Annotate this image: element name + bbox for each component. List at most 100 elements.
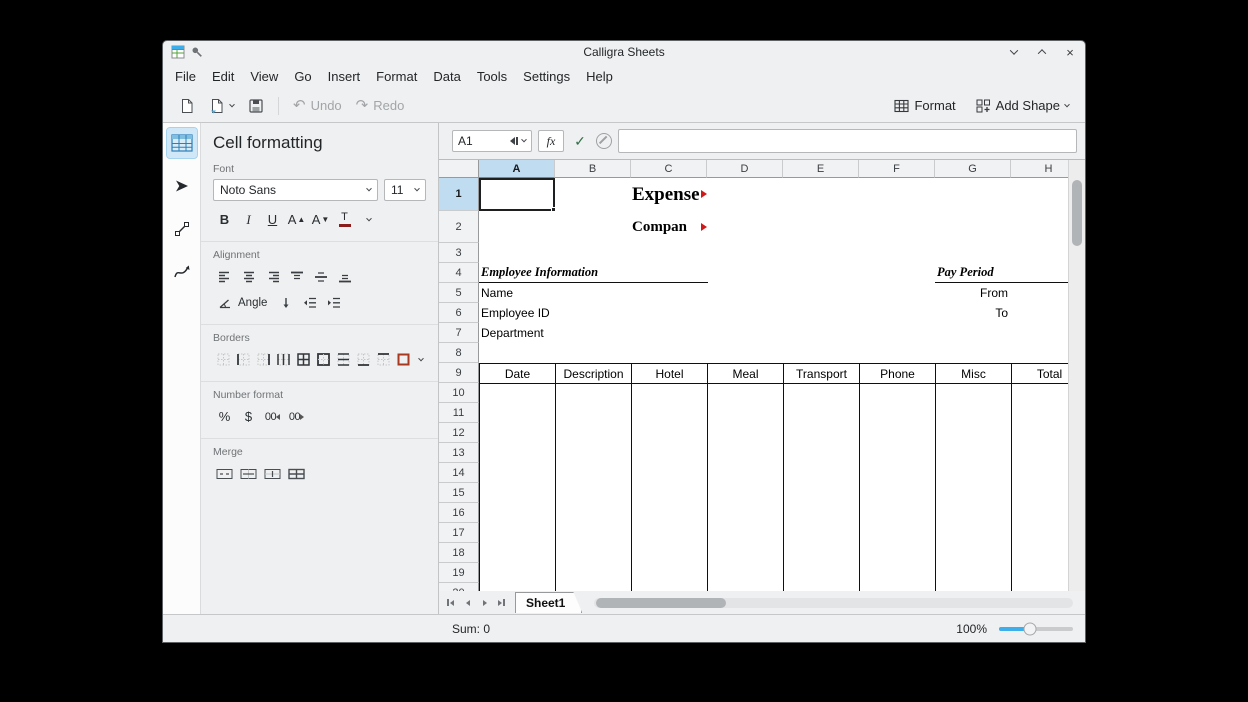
border-horizontal-button[interactable]	[333, 348, 353, 371]
zoom-slider-handle[interactable]	[1024, 622, 1037, 635]
selection-tool-button[interactable]	[167, 171, 197, 201]
redo-button[interactable]: ↷ Redo	[350, 93, 411, 118]
font-size-select[interactable]: 11	[384, 179, 426, 201]
column-header-e[interactable]: E	[783, 160, 859, 178]
format-button[interactable]: Format	[888, 93, 961, 118]
font-family-select[interactable]: Noto Sans	[213, 179, 378, 201]
zoom-slider[interactable]	[999, 627, 1073, 631]
underline-button[interactable]: U	[261, 208, 284, 231]
menu-format[interactable]: Format	[368, 66, 425, 87]
menu-edit[interactable]: Edit	[204, 66, 242, 87]
row-header-16[interactable]: 16	[439, 503, 479, 523]
row-header-2[interactable]: 2	[439, 211, 479, 243]
row-header-20[interactable]: 20	[439, 583, 479, 591]
row-header-12[interactable]: 12	[439, 423, 479, 443]
cell-reference-box[interactable]: A1	[452, 130, 532, 152]
open-dropdown-icon[interactable]	[229, 101, 235, 107]
minimize-button[interactable]	[1007, 45, 1021, 59]
table-header-total[interactable]: Total	[1011, 364, 1068, 383]
row-header-13[interactable]: 13	[439, 443, 479, 463]
row-header-7[interactable]: 7	[439, 323, 479, 343]
menu-insert[interactable]: Insert	[320, 66, 369, 87]
percent-format-button[interactable]: %	[213, 405, 236, 428]
connector-tool-button[interactable]	[167, 214, 197, 244]
cell-selection-a1[interactable]	[479, 178, 555, 211]
menu-settings[interactable]: Settings	[515, 66, 578, 87]
vertical-scrollbar-thumb[interactable]	[1072, 180, 1082, 246]
border-right-button[interactable]	[253, 348, 273, 371]
increase-indent-button[interactable]	[322, 291, 345, 314]
angle-button[interactable]	[213, 291, 236, 314]
menu-file[interactable]: File	[167, 66, 204, 87]
horizontal-scrollbar[interactable]	[594, 598, 1073, 608]
confirm-entry-button[interactable]: ✓	[570, 131, 590, 151]
table-header-phone[interactable]: Phone	[859, 364, 935, 383]
sheet-tab-sheet1[interactable]: Sheet1	[515, 592, 582, 613]
unmerge-cells-button[interactable]	[285, 462, 308, 485]
border-more-dropdown[interactable]	[413, 348, 429, 371]
new-document-button[interactable]	[173, 93, 201, 119]
add-shape-dropdown-icon[interactable]	[1064, 101, 1070, 107]
row-header-10[interactable]: 10	[439, 383, 479, 403]
select-all-corner[interactable]	[439, 160, 479, 178]
border-vertical-button[interactable]	[273, 348, 293, 371]
table-header-date[interactable]: Date	[479, 364, 555, 383]
row-header-14[interactable]: 14	[439, 463, 479, 483]
border-top-button[interactable]	[373, 348, 393, 371]
column-header-a[interactable]: A	[479, 160, 555, 178]
align-right-button[interactable]	[261, 265, 284, 288]
column-header-g[interactable]: G	[935, 160, 1011, 178]
border-color-button[interactable]	[393, 348, 413, 371]
vertical-scrollbar[interactable]	[1068, 160, 1085, 591]
row-header-17[interactable]: 17	[439, 523, 479, 543]
row-header-15[interactable]: 15	[439, 483, 479, 503]
align-top-button[interactable]	[285, 265, 308, 288]
last-sheet-button[interactable]	[494, 595, 509, 610]
decrease-precision-button[interactable]: 00	[261, 405, 284, 428]
cell-g5-from[interactable]: From	[935, 283, 1011, 303]
column-header-d[interactable]: D	[707, 160, 783, 178]
cell-g6-to[interactable]: To	[935, 303, 1011, 323]
increase-precision-button[interactable]: 00	[285, 405, 308, 428]
row-header-1[interactable]: 1	[439, 178, 479, 211]
bold-button[interactable]: B	[213, 208, 236, 231]
align-bottom-button[interactable]	[333, 265, 356, 288]
formula-input[interactable]	[618, 129, 1077, 153]
next-sheet-button[interactable]	[477, 595, 492, 610]
row-header-8[interactable]: 8	[439, 343, 479, 363]
italic-button[interactable]: I	[237, 208, 260, 231]
undo-button[interactable]: ↶ Undo	[287, 93, 348, 118]
cell-a5-name[interactable]: Name	[479, 283, 599, 303]
pin-icon[interactable]	[191, 46, 203, 58]
row-header-6[interactable]: 6	[439, 303, 479, 323]
cell-a4-employee-information[interactable]: Employee Information	[479, 263, 708, 283]
merge-vertical-button[interactable]	[261, 462, 284, 485]
menu-tools[interactable]: Tools	[469, 66, 515, 87]
row-header-4[interactable]: 4	[439, 263, 479, 283]
menu-data[interactable]: Data	[425, 66, 468, 87]
formula-fx-button[interactable]: fx	[538, 130, 564, 152]
table-header-meal[interactable]: Meal	[707, 364, 783, 383]
decrease-font-size-button[interactable]: A▼	[309, 208, 332, 231]
freehand-tool-button[interactable]	[167, 257, 197, 287]
column-header-f[interactable]: F	[859, 160, 935, 178]
row-header-3[interactable]: 3	[439, 243, 479, 263]
table-header-hotel[interactable]: Hotel	[631, 364, 707, 383]
border-all-button[interactable]	[293, 348, 313, 371]
font-more-dropdown[interactable]	[357, 208, 380, 231]
border-outline-button[interactable]	[313, 348, 333, 371]
cell-c2-subtitle[interactable]: Compan	[631, 211, 707, 243]
merge-cells-button[interactable]	[213, 462, 236, 485]
cell-tools-button[interactable]	[167, 128, 197, 158]
row-header-5[interactable]: 5	[439, 283, 479, 303]
add-shape-button[interactable]: Add Shape	[970, 93, 1075, 118]
cell-a6-employee-id[interactable]: Employee ID	[479, 303, 599, 323]
previous-sheet-button[interactable]	[460, 595, 475, 610]
cell-a7-department[interactable]: Department	[479, 323, 599, 343]
border-bottom-button[interactable]	[353, 348, 373, 371]
selection-handle[interactable]	[551, 207, 556, 212]
align-center-button[interactable]	[237, 265, 260, 288]
row-header-9[interactable]: 9	[439, 363, 479, 383]
decrease-indent-button[interactable]	[298, 291, 321, 314]
increase-font-size-button[interactable]: A▲	[285, 208, 308, 231]
